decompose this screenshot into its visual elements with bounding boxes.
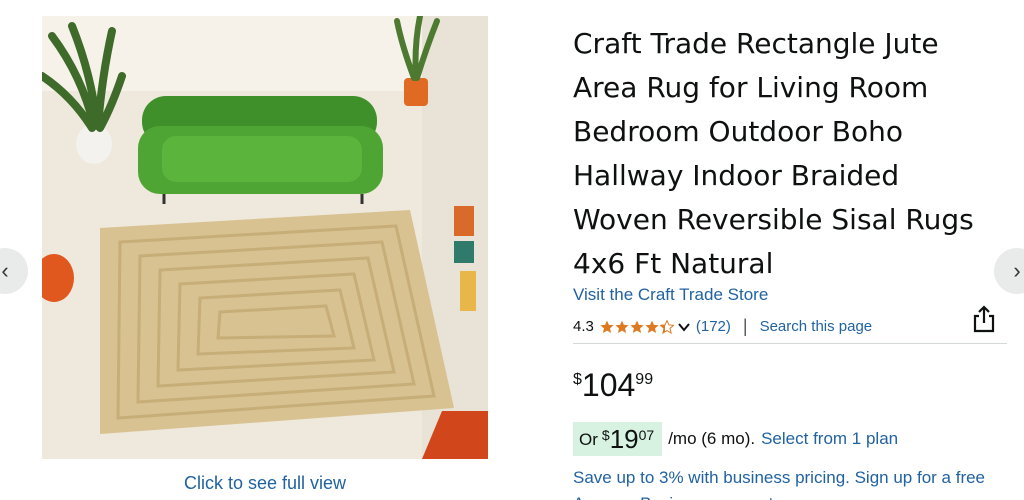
star-full-icon <box>630 320 644 333</box>
review-count-link[interactable]: (172) <box>696 318 731 335</box>
price-symbol: $ <box>573 371 582 388</box>
monthly-price-badge: Or $ 19 07 <box>573 422 663 456</box>
star-full-icon <box>600 320 614 333</box>
rating-row: 4.3 (172) | Search this page <box>573 316 872 337</box>
price-fraction: 99 <box>635 371 654 388</box>
monthly-fraction: 07 <box>638 427 655 443</box>
star-partial-icon <box>659 319 674 334</box>
select-plan-link[interactable]: Select from 1 plan <box>761 429 898 449</box>
chevron-down-icon[interactable] <box>677 320 691 334</box>
price-whole: 104 <box>581 367 636 403</box>
monthly-prefix: Or <box>579 430 598 449</box>
chevron-right-icon: › <box>1013 258 1021 283</box>
sofa-illustration <box>138 96 383 204</box>
search-page-link[interactable]: Search this page <box>760 318 873 335</box>
store-link[interactable]: Visit the Craft Trade Store <box>573 285 768 305</box>
star-full-icon <box>615 320 629 333</box>
prev-image-button[interactable]: ‹ <box>0 248 28 294</box>
chevron-left-icon: ‹ <box>1 258 9 283</box>
full-view-link[interactable]: Click to see full view <box>42 473 488 494</box>
product-title: Craft Trade Rectangle Jute Area Rug for … <box>573 27 974 280</box>
business-pricing-link[interactable]: Save up to 3% with business pricing. Sig… <box>573 465 1013 500</box>
product-image[interactable] <box>42 16 488 459</box>
next-image-button[interactable]: › <box>994 248 1024 294</box>
star-rating[interactable] <box>600 319 674 334</box>
rating-value: 4.3 <box>573 318 594 335</box>
monthly-payment-row: Or $ 19 07 /mo (6 mo). Select from 1 pla… <box>573 422 898 456</box>
monthly-symbol: $ <box>601 427 610 443</box>
share-icon[interactable] <box>971 304 997 334</box>
monthly-whole: 19 <box>609 424 639 454</box>
jute-rug-illustration <box>100 210 454 434</box>
monthly-term: /mo (6 mo). <box>668 429 756 448</box>
price: $ 104 99 <box>573 366 653 404</box>
separator: | <box>742 316 748 336</box>
star-full-icon <box>645 320 659 333</box>
divider <box>573 343 1007 344</box>
